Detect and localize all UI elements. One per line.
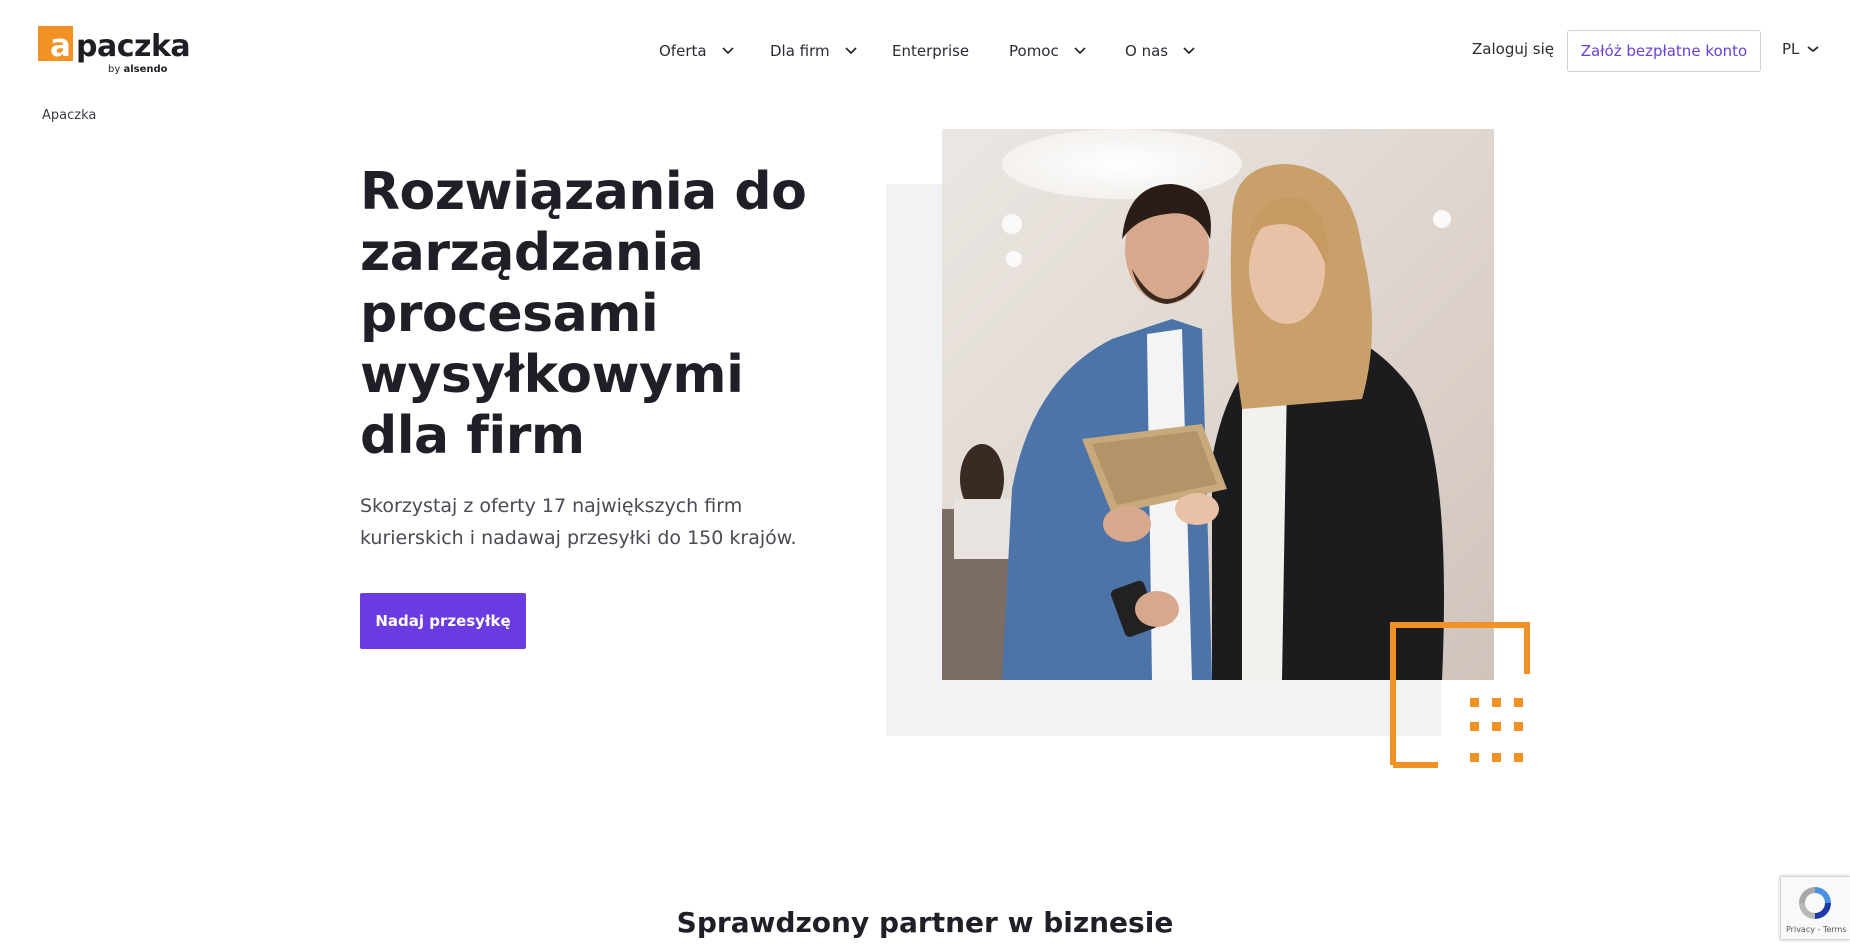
logo-byline: by alsendo [108,64,168,75]
nav-pomoc[interactable]: Pomoc [1009,40,1087,62]
chevron-down-icon [844,46,858,56]
nav-enterprise-label: Enterprise [892,42,970,60]
chevron-down-icon [1073,46,1087,56]
orange-frame-decoration [1390,622,1530,768]
hero-photo [942,129,1494,680]
nav-o-nas[interactable]: O nas [1125,40,1196,62]
nav-oferta-label: Oferta [659,42,707,60]
login-link[interactable]: Zaloguj się [1472,40,1554,58]
chevron-down-icon [1807,44,1821,54]
chevron-down-icon [721,46,735,56]
breadcrumb[interactable]: Apaczka [42,108,96,123]
chevron-down-icon [1182,46,1196,56]
nav-pomoc-label: Pomoc [1009,42,1059,60]
logo-text: paczka [76,29,191,64]
nav-oferta[interactable]: Oferta [659,40,735,62]
section-title: Sprawdzony partner w biznesie [676,906,1174,939]
nav-dla-firm-label: Dla firm [770,42,830,60]
nav-enterprise[interactable]: Enterprise [892,40,969,62]
recaptcha-badge[interactable]: Privacy - Terms [1780,876,1850,940]
recaptcha-links[interactable]: Privacy - Terms [1786,925,1847,934]
hero-title: Rozwiązania do zarządzania procesami wys… [360,162,807,466]
language-label: PL [1782,40,1800,58]
logo-letter: a [50,28,71,64]
nav-o-nas-label: O nas [1125,42,1169,60]
send-parcel-button[interactable]: Nadaj przesyłkę [360,593,526,649]
signup-button[interactable]: Załóż bezpłatne konto [1567,30,1761,72]
nav-dla-firm[interactable]: Dla firm [770,40,858,62]
language-selector[interactable]: PL [1782,40,1821,58]
apaczka-logo[interactable]: a paczka by alsendo [38,24,191,78]
recaptcha-icon [1799,887,1831,919]
hero-subtitle: Skorzystaj z oferty 17 największych firm… [360,495,797,549]
